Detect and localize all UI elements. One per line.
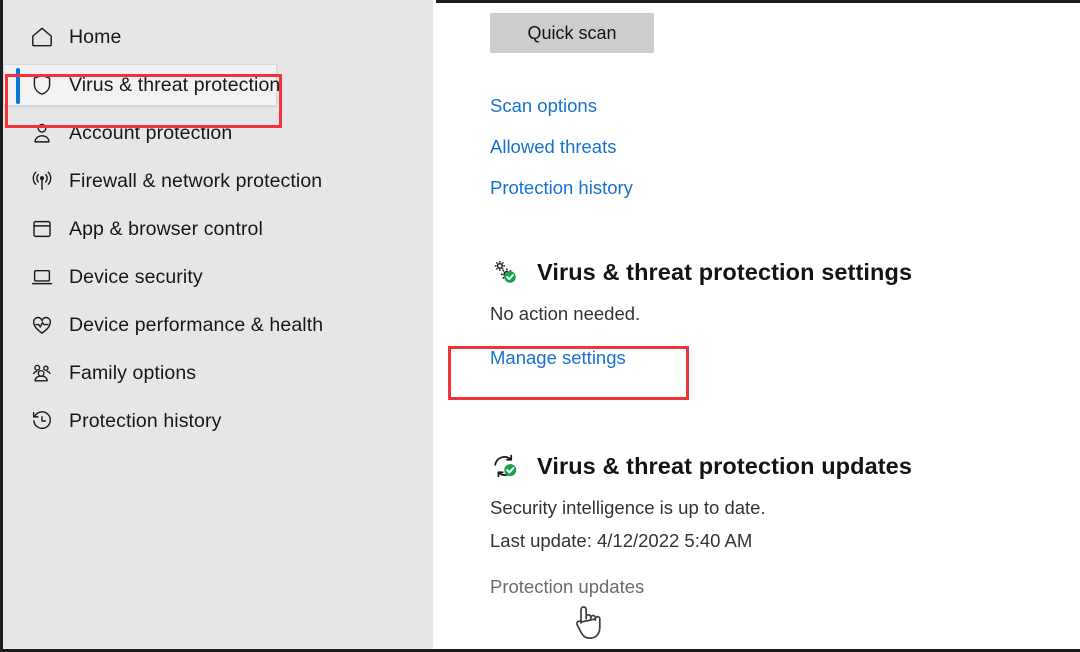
sidebar-navigation: Home Virus & threat protection Account p… (3, 0, 433, 649)
sidebar-item-family-options[interactable]: Family options (3, 352, 433, 394)
people-group-icon (27, 360, 57, 386)
sidebar-item-label: Account protection (69, 121, 233, 144)
gears-check-icon (490, 257, 520, 287)
section-header: Virus & threat protection settings (490, 255, 912, 289)
heart-pulse-icon (27, 312, 57, 338)
sidebar-item-label: Device performance & health (69, 313, 324, 336)
sidebar-item-label: Family options (69, 361, 197, 384)
scan-links-list: Scan options Allowed threats Protection … (490, 85, 633, 208)
laptop-icon (27, 264, 57, 290)
sidebar-item-label: Protection history (69, 409, 222, 432)
protection-history-link[interactable]: Protection history (490, 167, 633, 208)
sidebar-item-virus-threat-protection[interactable]: Virus & threat protection (3, 64, 281, 106)
sidebar-item-home[interactable]: Home (3, 16, 433, 58)
scan-options-link[interactable]: Scan options (490, 85, 633, 126)
manage-settings-link[interactable]: Manage settings (490, 347, 626, 369)
person-icon (27, 120, 57, 146)
sidebar-item-firewall-network-protection[interactable]: Firewall & network protection (3, 160, 433, 202)
home-icon (27, 24, 57, 50)
sidebar-item-account-protection[interactable]: Account protection (3, 112, 433, 154)
app-window-icon (27, 216, 57, 242)
wifi-signal-icon (27, 168, 57, 194)
sidebar-item-label: Device security (69, 265, 203, 288)
settings-status-text: No action needed. (490, 303, 641, 324)
allowed-threats-link[interactable]: Allowed threats (490, 126, 633, 167)
protection-updates-link-row: Protection updates (490, 576, 912, 598)
virus-threat-protection-settings-section: Virus & threat protection settings No ac… (490, 255, 912, 369)
updates-status-text: Security intelligence is up to date. (490, 497, 766, 518)
windows-security-window: Home Virus & threat protection Account p… (0, 0, 1080, 652)
sidebar-item-app-browser-control[interactable]: App & browser control (3, 208, 433, 250)
last-update-text: Last update: 4/12/2022 5:40 AM (490, 530, 753, 551)
sidebar-item-device-performance-health[interactable]: Device performance & health (3, 304, 433, 346)
main-content-panel: Quick scan Scan options Allowed threats … (436, 0, 1080, 649)
section-title: Virus & threat protection settings (537, 258, 913, 285)
sync-check-icon (490, 451, 520, 481)
sidebar-item-label: Virus & threat protection (69, 73, 281, 96)
sidebar-item-protection-history[interactable]: Protection history (3, 400, 433, 442)
quick-scan-button[interactable]: Quick scan (490, 13, 654, 53)
sidebar-item-label: Home (69, 25, 122, 48)
virus-threat-protection-updates-section: Virus & threat protection updates Securi… (490, 449, 912, 598)
sidebar-item-list: Home Virus & threat protection Account p… (3, 10, 433, 448)
manage-settings-link-row: Manage settings (490, 347, 912, 369)
shield-icon (27, 72, 57, 98)
clock-history-icon (27, 408, 57, 434)
sidebar-item-device-security[interactable]: Device security (3, 256, 433, 298)
section-title: Virus & threat protection updates (537, 452, 913, 479)
sidebar-item-label: App & browser control (69, 217, 263, 240)
protection-updates-link[interactable]: Protection updates (490, 576, 644, 598)
section-header: Virus & threat protection updates (490, 449, 912, 483)
sidebar-item-label: Firewall & network protection (69, 169, 323, 192)
selection-accent-bar (16, 68, 20, 104)
